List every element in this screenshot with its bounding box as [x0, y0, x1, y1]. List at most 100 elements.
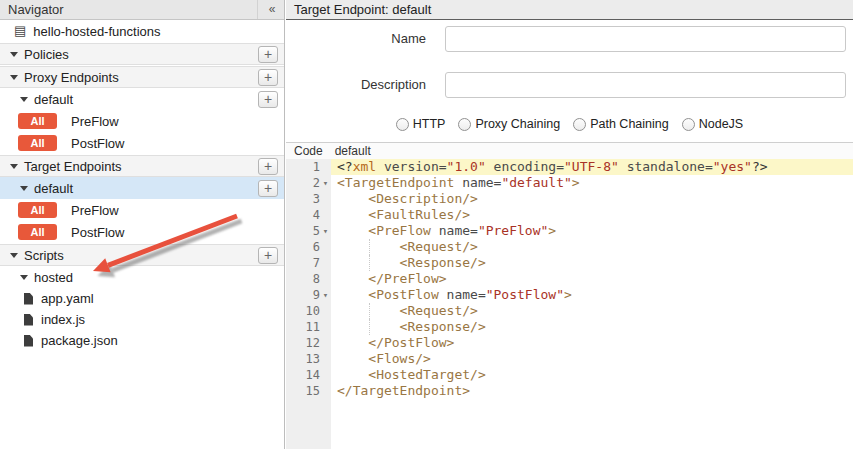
name-input[interactable] [445, 26, 846, 52]
endpoint-label: default [34, 181, 73, 196]
code-line-8[interactable]: 8 </PreFlow> [286, 271, 853, 287]
panel-title: Target Endpoint: default [294, 2, 431, 17]
add-flow-button[interactable]: + [258, 91, 278, 108]
gutter-line-number: 15 [286, 383, 331, 399]
endpoint-type-radios: HTTP Proxy Chaining Path Chaining NodeJS [286, 117, 853, 131]
gutter-line-number: 5▾ [286, 223, 331, 239]
add-proxy-endpoint-button[interactable]: + [258, 69, 278, 86]
nav-item-proxy-postflow[interactable]: All PostFlow [0, 132, 284, 154]
code-line-10[interactable]: 10 <Request/> [286, 303, 853, 319]
gutter-filler [286, 399, 853, 449]
detail-panel: Target Endpoint: default Name Descriptio… [286, 0, 853, 449]
flow-label: PostFlow [71, 225, 124, 240]
all-badge: All [18, 135, 57, 151]
section-label: Policies [24, 47, 69, 62]
code-line-11[interactable]: 11 <Response/> [286, 319, 853, 335]
navigator-panel: Navigator « ▤ hello-hosted-functions Pol… [0, 0, 285, 449]
gutter-line-number: 6 [286, 239, 331, 255]
add-flow-button[interactable]: + [258, 180, 278, 197]
nav-item-file-package-json[interactable]: package.json [0, 330, 284, 351]
code-line-6[interactable]: 6 <Request/> [286, 239, 853, 255]
radio-label: HTTP [413, 117, 446, 131]
chevron-down-icon[interactable] [20, 97, 28, 102]
nav-section-policies[interactable]: Policies + [0, 43, 284, 65]
chevron-down-icon[interactable] [20, 275, 28, 280]
folder-label: hosted [34, 270, 73, 285]
code-line-13[interactable]: 13 <Flows/> [286, 351, 853, 367]
gutter-line-number: 9▾ [286, 287, 331, 303]
file-icon [24, 335, 33, 347]
fold-toggle-icon[interactable]: ▾ [320, 223, 331, 239]
code-file-label: default [335, 144, 371, 158]
file-icon [24, 314, 33, 326]
code-line-1[interactable]: 1<?xml version="1.0" encoding="UTF-8" st… [286, 159, 853, 175]
code-line-4[interactable]: 4 <FaultRules/> [286, 207, 853, 223]
chevron-down-icon[interactable] [10, 253, 18, 258]
code-line-3[interactable]: 3 <Description/> [286, 191, 853, 207]
flow-label: PreFlow [71, 114, 119, 129]
file-label: app.yaml [41, 291, 94, 306]
radio-circle-icon [682, 118, 695, 131]
radio-nodejs[interactable]: NodeJS [682, 117, 743, 131]
nav-section-target-endpoints[interactable]: Target Endpoints + [0, 155, 284, 177]
radio-circle-icon [458, 118, 471, 131]
code-line-9[interactable]: 9▾ <PostFlow name="PostFlow"> [286, 287, 853, 303]
code-line-12[interactable]: 12 </PostFlow> [286, 335, 853, 351]
nav-item-target-default[interactable]: default + [0, 177, 284, 199]
add-target-endpoint-button[interactable]: + [258, 158, 278, 175]
section-label: Scripts [24, 248, 64, 263]
nav-item-hosted-folder[interactable]: hosted [0, 266, 284, 288]
code-line-7[interactable]: 7 <Response/> [286, 255, 853, 271]
nav-item-proxy-default[interactable]: default + [0, 88, 284, 110]
gutter-line-number: 12 [286, 335, 331, 351]
chevron-down-icon[interactable] [20, 186, 28, 191]
all-badge: All [18, 224, 57, 240]
radio-proxy-chaining[interactable]: Proxy Chaining [458, 117, 560, 131]
fold-toggle-icon[interactable]: ▾ [320, 287, 331, 303]
code-tab-label: Code [294, 144, 323, 158]
nav-item-proxy-preflow[interactable]: All PreFlow [0, 110, 284, 132]
nav-section-scripts[interactable]: Scripts + [0, 244, 284, 266]
flow-label: PostFlow [71, 136, 124, 151]
chevron-down-icon[interactable] [10, 75, 18, 80]
code-line-15[interactable]: 15</TargetEndpoint> [286, 383, 853, 399]
code-line-2[interactable]: 2▾<TargetEndpoint name="default"> [286, 175, 853, 191]
name-label: Name [286, 31, 426, 46]
gutter-line-number: 4 [286, 207, 331, 223]
radio-label: NodeJS [699, 117, 743, 131]
radio-http[interactable]: HTTP [396, 117, 446, 131]
navigator-title: Navigator [8, 2, 257, 17]
code-editor-lines[interactable]: 1<?xml version="1.0" encoding="UTF-8" st… [286, 159, 853, 449]
gutter-line-number: 1 [286, 159, 331, 175]
fold-toggle-icon[interactable]: ▾ [320, 175, 331, 191]
chevron-down-icon[interactable] [10, 164, 18, 169]
section-label: Target Endpoints [24, 159, 122, 174]
file-icon [24, 293, 33, 305]
nav-item-target-postflow[interactable]: All PostFlow [0, 221, 284, 243]
gutter-line-number: 11 [286, 319, 331, 335]
section-label: Proxy Endpoints [24, 70, 119, 85]
nav-item-target-preflow[interactable]: All PreFlow [0, 199, 284, 221]
add-script-button[interactable]: + [258, 247, 278, 264]
all-badge: All [18, 202, 57, 218]
gutter-line-number: 3 [286, 191, 331, 207]
nav-item-file-index-js[interactable]: index.js [0, 309, 284, 330]
file-label: index.js [41, 312, 85, 327]
flow-label: PreFlow [71, 203, 119, 218]
nav-item-proxy-overview[interactable]: ▤ hello-hosted-functions [0, 20, 284, 42]
radio-label: Path Chaining [590, 117, 669, 131]
description-input[interactable] [445, 72, 846, 98]
code-line-14[interactable]: 14 <HostedTarget/> [286, 367, 853, 383]
nav-section-proxy-endpoints[interactable]: Proxy Endpoints + [0, 66, 284, 88]
radio-path-chaining[interactable]: Path Chaining [573, 117, 669, 131]
navigator-header: Navigator « [0, 0, 284, 20]
endpoint-label: default [34, 92, 73, 107]
gutter-line-number: 14 [286, 367, 331, 383]
radio-label: Proxy Chaining [475, 117, 560, 131]
chevron-down-icon[interactable] [10, 52, 18, 57]
nav-item-file-app-yaml[interactable]: app.yaml [0, 288, 284, 309]
file-label: package.json [41, 333, 118, 348]
code-line-5[interactable]: 5▾ <PreFlow name="PreFlow"> [286, 223, 853, 239]
add-policy-button[interactable]: + [258, 46, 278, 63]
collapse-panel-button[interactable]: « [257, 0, 284, 19]
